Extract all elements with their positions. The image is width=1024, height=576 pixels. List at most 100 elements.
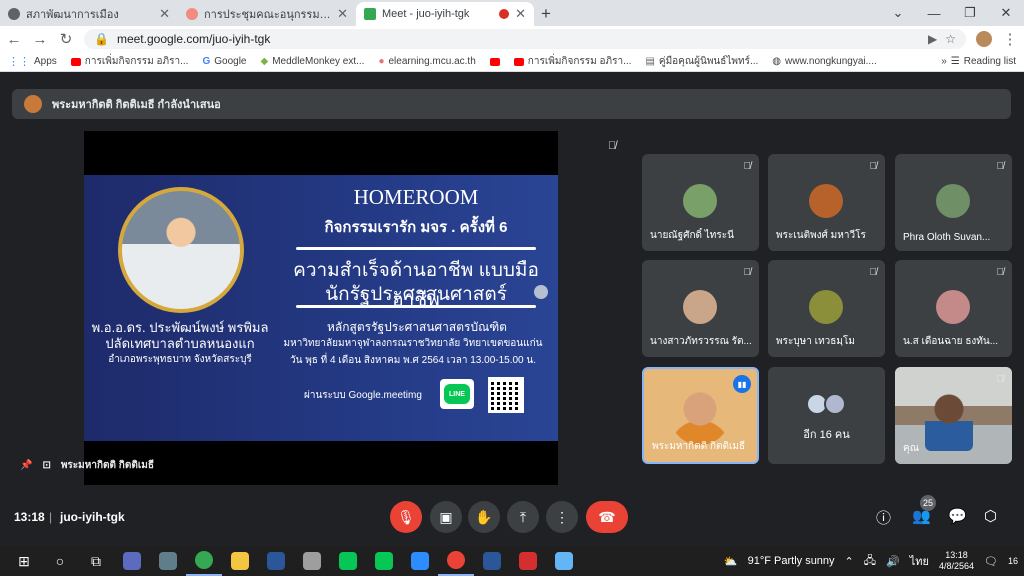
present-icon[interactable]: ⊡ <box>42 460 50 471</box>
tab-1[interactable]: สภาพัฒนาการเมือง ✕ <box>0 2 178 26</box>
participant-tile[interactable]: 🎙̸ นายณัฐศักดิ์ ไทระนี <box>642 154 759 251</box>
bookmark-item[interactable]: ◆ MeddleMonkey ext... <box>260 56 364 67</box>
close-window-icon[interactable]: ✕ <box>988 5 1024 21</box>
chevron-right-icon[interactable]: » <box>941 56 947 67</box>
network-icon[interactable]: 🖧 <box>864 552 876 571</box>
slide-speaker-name: พ.อ.อ.ดร. ประพัฒน์พงษ์ พรพิมล <box>91 320 269 335</box>
participant-name: นางสาวภัทรวรรณ รัต... <box>650 336 752 347</box>
close-icon[interactable]: ✕ <box>159 6 170 22</box>
presentation-stage[interactable]: HOMEROOM กิจกรรมเรารัก มจร . ครั้งที่ 6 … <box>84 131 558 485</box>
google-icon: G <box>202 56 211 67</box>
raise-hand-button[interactable]: ✋ <box>468 501 500 533</box>
notification-icon[interactable]: 🗨 <box>984 555 998 568</box>
app-icon[interactable] <box>114 546 150 576</box>
avatar <box>683 184 717 218</box>
bookmark-google[interactable]: G Google <box>202 56 246 67</box>
app-icon[interactable] <box>150 546 186 576</box>
word-icon[interactable] <box>474 546 510 576</box>
participant-tile[interactable]: 🎙̸ น.ส เดือนฉาย ธงทัน... <box>895 260 1012 357</box>
more-participants-tile[interactable]: อีก 16 คน <box>768 367 885 464</box>
slide-divider <box>296 247 536 250</box>
restore-icon[interactable]: ❐ <box>952 5 988 21</box>
mic-off-icon: 🎙̸ <box>996 267 1005 278</box>
weather-text[interactable]: 91°F Partly sunny <box>748 555 835 567</box>
back-icon[interactable]: ← <box>6 31 22 48</box>
file-explorer-icon[interactable] <box>222 546 258 576</box>
participant-tile[interactable]: 🎙̸ นางสาวภัทรวรรณ รัต... <box>642 260 759 357</box>
url-text[interactable]: meet.google.com/juo-iyih-tgk <box>117 32 920 46</box>
activities-icon[interactable]: ⬡ <box>984 507 997 525</box>
chrome-icon[interactable] <box>438 546 474 576</box>
participant-tile[interactable]: 🎙̸ Phra Oloth Suvan... <box>895 154 1012 251</box>
lock-icon[interactable]: 🔒 <box>94 32 109 46</box>
volume-icon[interactable]: 🔊 <box>886 555 900 568</box>
menu-icon[interactable]: ⋮ <box>1002 30 1018 48</box>
pin-icon[interactable]: 📌 <box>20 460 32 471</box>
chrome-icon[interactable] <box>186 546 222 576</box>
minimize-icon[interactable]: — <box>916 6 952 21</box>
line-app-icon[interactable] <box>366 546 402 576</box>
pdf-icon[interactable] <box>510 546 546 576</box>
present-now-button[interactable]: ⤒ <box>507 501 539 533</box>
participant-name: พระเนติพงศ์ มหาวีโร <box>776 230 866 241</box>
presenter-text: พระมหากิตติ กิตติเมธี กำลังนำเสนอ <box>52 99 221 111</box>
bookmark-item[interactable]: การเพิ่มกิจกรรม อภิรา... <box>70 54 188 69</box>
people-count-badge: 25 <box>920 495 936 511</box>
store-icon[interactable] <box>258 546 294 576</box>
star-icon[interactable]: ☆ <box>945 32 956 46</box>
bookmarks-bar: ⋮⋮ Apps การเพิ่มกิจกรรม อภิรา... G Google … <box>0 52 1024 72</box>
line-app-icon[interactable] <box>330 546 366 576</box>
clock-date: 4/8/2564 <box>938 561 975 571</box>
task-view-icon[interactable]: ⧉ <box>78 546 114 576</box>
bookmark-item[interactable]: การเพิ่มกิจกรรม อภิรา... <box>513 54 631 69</box>
language-indicator[interactable]: ไทย <box>910 552 929 570</box>
close-icon[interactable]: ✕ <box>337 6 348 22</box>
reload-icon[interactable]: ↻ <box>58 30 74 48</box>
windows-start-icon[interactable]: ⊞ <box>6 546 42 576</box>
avatar-stack <box>806 393 846 415</box>
leave-call-button[interactable]: ☎ <box>586 501 628 533</box>
more-options-button[interactable]: ⋮ <box>546 501 578 533</box>
forward-icon[interactable]: → <box>32 31 48 48</box>
tab-search-icon[interactable]: ⌄ <box>880 5 916 21</box>
site-icon <box>186 8 198 20</box>
avatar <box>24 95 42 113</box>
system-tray: ⛅ 91°F Partly sunny ⌃ 🖧 🔊 ไทย 13:18 4/8/… <box>724 550 1018 572</box>
avatar <box>824 393 846 415</box>
chevron-up-icon[interactable]: ⌃ <box>845 555 854 568</box>
mic-toggle-button[interactable]: 🎙 <box>390 501 422 533</box>
close-icon[interactable]: ✕ <box>515 6 526 22</box>
mic-off-icon: 🎙̸ <box>996 161 1005 172</box>
participant-tile[interactable]: 🎙̸ พระบุษา เทวธมฺโม <box>768 260 885 357</box>
avatar <box>936 290 970 324</box>
bookmark-item[interactable] <box>489 57 500 66</box>
app-icon[interactable] <box>546 546 582 576</box>
clock[interactable]: 13:18 4/8/2564 <box>939 550 974 572</box>
avatar <box>683 290 717 324</box>
bookmark-item[interactable]: ◍ www.nongkungyai.... <box>772 56 876 67</box>
new-tab-button[interactable]: + <box>534 2 558 26</box>
info-icon[interactable]: ⓘ <box>876 507 891 528</box>
mic-off-icon: 🎙̸ <box>869 161 878 172</box>
reading-list[interactable]: » ☰ Reading list <box>941 56 1016 67</box>
bookmark-item[interactable]: ▤ คู่มือคุณผู้นิพนธ์ไพทร์... <box>645 54 758 69</box>
participant-name: Phra Oloth Suvan... <box>903 232 991 243</box>
speaking-participant-tile[interactable]: ▮▮ พระมหากิตติ กิตติเมธี <box>642 367 759 464</box>
hand-icon: ✋ <box>475 508 493 525</box>
search-icon[interactable]: ○ <box>42 546 78 576</box>
bookmark-apps[interactable]: ⋮⋮ Apps <box>8 55 57 68</box>
tab-2[interactable]: การประชุมคณะอนุกรรมการสำเนินการประ ✕ <box>178 2 356 26</box>
omnibox[interactable]: 🔒 meet.google.com/juo-iyih-tgk ▶ ☆ <box>84 29 966 49</box>
profile-avatar[interactable] <box>976 31 992 47</box>
tab-meet[interactable]: Meet - juo-iyih-tgk ✕ <box>356 2 534 26</box>
camera-toggle-button[interactable]: ▣ <box>430 501 462 533</box>
bookmark-item[interactable]: ● elearning.mcu.ac.th <box>378 56 475 67</box>
slide-speaker-district: อำเภอพระพุทธบาท จังหวัดสระบุรี <box>108 354 252 365</box>
participant-tile[interactable]: 🎙̸ พระเนติพงศ์ มหาวีโร <box>768 154 885 251</box>
slide-via: ผ่านระบบ Google.meetimg <box>304 390 422 401</box>
security-icon[interactable] <box>294 546 330 576</box>
chat-icon[interactable]: 💬 <box>948 507 967 525</box>
camera-indicator-icon[interactable]: ▶ <box>928 32 937 46</box>
zoom-icon[interactable] <box>402 546 438 576</box>
participant-tile[interactable]: 🎙̸ คุณ <box>895 367 1012 464</box>
